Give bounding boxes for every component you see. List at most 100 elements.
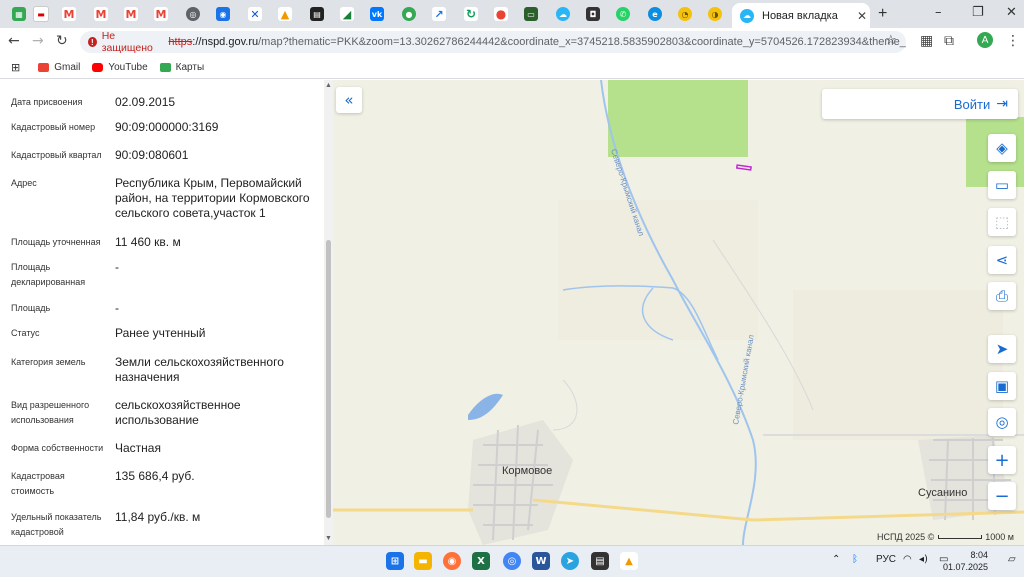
tab-maps[interactable]: ● (490, 4, 512, 24)
menu-icon[interactable]: ⋮ (1006, 33, 1020, 49)
scroll-down-icon[interactable]: ▼ (324, 535, 333, 542)
share-icon: ⋖ (995, 251, 1009, 269)
select-area-button[interactable]: ⬚ (988, 208, 1016, 236)
collapse-panel-button[interactable]: « (336, 87, 362, 113)
tab-gmail-1[interactable]: M (58, 4, 80, 24)
address-bar[interactable]: ! Не защищено https://nspd.gov.ru/map?th… (80, 30, 906, 54)
language-indicator[interactable]: РУС (876, 554, 896, 565)
notifications-icon[interactable]: ▱ (1008, 554, 1016, 565)
tab-cat[interactable]: ◔ (674, 4, 696, 24)
profile-avatar[interactable]: A (977, 32, 993, 48)
close-window-icon[interactable]: ✕ (1006, 5, 1017, 20)
tray-chevron-icon[interactable]: ⌃ (832, 554, 840, 565)
tab-team[interactable]: ● (398, 4, 420, 24)
telegram-icon[interactable]: ➤ (561, 552, 579, 570)
app-icon[interactable]: ▤ (591, 552, 609, 570)
layers-button[interactable]: ◈ (988, 134, 1016, 162)
forward-icon[interactable]: → (32, 33, 44, 49)
tab-refresh[interactable]: ↻ (460, 4, 482, 24)
vk-icon: vk (370, 7, 384, 21)
warning-app-icon[interactable]: ▲ (620, 552, 638, 570)
zoom-out-button[interactable]: − (988, 482, 1016, 510)
wifi-icon[interactable]: ◠ (903, 554, 912, 565)
tab-whatsapp[interactable]: ✆ (612, 4, 634, 24)
tab-yellow[interactable]: ◑ (704, 4, 726, 24)
info-label: Площадь (11, 303, 51, 313)
measure-button[interactable]: ▭ (988, 171, 1016, 199)
refresh-icon: ↻ (464, 7, 478, 21)
map-graphics: Северо-Крымский канал Северо-Крымский ка… (333, 80, 1024, 545)
cross-icon: ✕ (248, 7, 262, 21)
security-chip[interactable]: ! Не защищено (88, 30, 160, 54)
copyright-label: НСПД 2025 © (877, 532, 935, 542)
tab-gmail-4[interactable]: M (150, 4, 172, 24)
tab-gmail-3[interactable]: M (120, 4, 142, 24)
tab-news[interactable]: ▤ (306, 4, 328, 24)
back-icon[interactable]: ← (8, 33, 20, 49)
tab-yandex[interactable]: ▬ (30, 4, 52, 24)
zoom-in-button[interactable]: + (988, 446, 1016, 474)
volume-icon[interactable]: ◂) (919, 554, 928, 565)
reload-icon[interactable]: ↻ (56, 33, 68, 49)
word-icon[interactable]: W (532, 552, 550, 570)
tab-screen[interactable]: ▭ (520, 4, 542, 24)
url-text[interactable]: https://nspd.gov.ru/map?thematic=PKK&zoo… (168, 36, 906, 48)
bookmark-maps[interactable]: Карты (159, 62, 204, 73)
qr-icon[interactable]: ▦ (920, 33, 933, 49)
bluetooth-icon[interactable]: ᛒ (852, 554, 858, 565)
tab-arrow[interactable]: ↗ (428, 4, 450, 24)
info-label: Статус (11, 328, 40, 338)
login-button[interactable]: Войти ⇥ (822, 89, 1018, 119)
excel-icon[interactable]: X (472, 552, 490, 570)
field-area (793, 290, 1003, 440)
tab-edge[interactable]: e (644, 4, 666, 24)
tab-cross[interactable]: ✕ (244, 4, 266, 24)
team-icon: ● (402, 7, 416, 21)
bookmark-star-icon[interactable]: ☆ (885, 33, 897, 48)
locate-button[interactable]: ➤ (988, 335, 1016, 363)
whatsapp-icon: ✆ (616, 7, 630, 21)
windows-taskbar: ⊞ ▬ ◉ X ◎ W ➤ ▤ ▲ ⌃ ᛒ РУС ◠ ◂) ▭ 8:04 01… (0, 545, 1024, 577)
tab-cloud[interactable]: ☁ (552, 4, 574, 24)
tab-gmail-2[interactable]: M (90, 4, 112, 24)
print-button[interactable]: ⎙ (988, 282, 1016, 310)
file-explorer-icon[interactable]: ▬ (414, 552, 432, 570)
village-kormovoe-area (468, 420, 573, 545)
restore-icon[interactable]: ❐ (972, 5, 984, 20)
warning-icon: ▲ (278, 7, 292, 21)
tab-sheets[interactable]: ▦ (8, 4, 30, 24)
search-location-button[interactable]: ◎ (988, 408, 1016, 436)
tab-target[interactable]: ◉ (212, 4, 234, 24)
tab-camera[interactable]: ◘ (582, 4, 604, 24)
panel-scrollbar-thumb[interactable] (326, 240, 331, 518)
tab-globe[interactable]: ◎ (182, 4, 204, 24)
scale-line (938, 535, 983, 539)
bookmark-youtube[interactable]: YouTube (92, 62, 148, 73)
map-canvas[interactable]: Северо-Крымский канал Северо-Крымский ка… (333, 80, 1024, 545)
tab-chart[interactable]: ◢ (336, 4, 358, 24)
minimap-button[interactable]: ▣ (988, 372, 1016, 400)
info-value: Частная (115, 441, 161, 455)
clock[interactable]: 8:04 01.07.2025 (943, 549, 988, 573)
extensions-icon[interactable]: ⧉ (944, 33, 954, 49)
tab-avito[interactable]: ▲ (274, 4, 296, 24)
info-value: сельскохозяйственное использование (115, 398, 241, 427)
new-tab-button[interactable]: + (878, 5, 887, 23)
chrome-icon[interactable]: ◎ (503, 552, 521, 570)
scale-bar: НСПД 2025 © 1000 м (877, 532, 1014, 542)
info-value: 90:09:000000:3169 (115, 120, 219, 134)
minimize-icon[interactable]: – (935, 5, 942, 20)
scroll-up-icon[interactable]: ▲ (324, 82, 333, 89)
firefox-icon[interactable]: ◉ (443, 552, 461, 570)
tab-vk[interactable]: vk (366, 4, 388, 24)
arrow-icon: ↗ (432, 7, 446, 21)
target-icon: ◉ (216, 7, 230, 21)
apps-icon[interactable]: ⊞ (11, 61, 20, 74)
close-tab-icon[interactable]: ✕ (854, 9, 870, 23)
selected-parcel[interactable] (735, 164, 752, 171)
tab-active[interactable]: ☁ Новая вкладка ✕ (732, 3, 870, 28)
windows-start-icon[interactable]: ⊞ (386, 552, 404, 570)
info-value: Республика Крым, Первомайский район, на … (115, 176, 310, 220)
share-button[interactable]: ⋖ (988, 246, 1016, 274)
bookmark-gmail[interactable]: Gmail (38, 62, 80, 73)
